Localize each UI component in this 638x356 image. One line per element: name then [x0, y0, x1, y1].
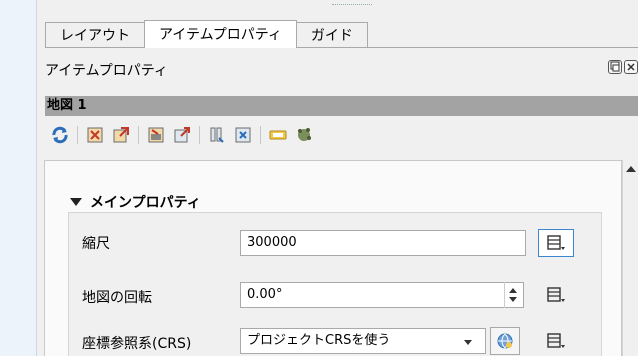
- float-icon[interactable]: [608, 60, 622, 74]
- set-extent-icon[interactable]: [84, 124, 106, 146]
- scale-label: 縮尺: [82, 236, 110, 252]
- map-toolbar: [49, 122, 315, 148]
- atlas-icon[interactable]: [232, 124, 254, 146]
- chevron-down-icon[interactable]: [464, 340, 472, 345]
- collapse-triangle-icon[interactable]: [70, 198, 82, 206]
- tab-underline: [45, 47, 638, 48]
- dock-title: アイテムプロパティ: [45, 63, 168, 79]
- data-defined-icon: [547, 287, 565, 302]
- toolbar-separator: [260, 126, 261, 144]
- section-title: メインプロパティ: [90, 195, 201, 211]
- view-extent-icon[interactable]: [110, 124, 132, 146]
- data-defined-icon: [547, 235, 565, 250]
- rotation-expression-button[interactable]: [538, 281, 574, 309]
- crs-select[interactable]: プロジェクトCRSを使う: [240, 328, 486, 354]
- toolbar-separator: [199, 126, 200, 144]
- toolbar-separator: [77, 126, 78, 144]
- scroll-up-icon[interactable]: [626, 166, 636, 172]
- dock-grip[interactable]: [332, 4, 372, 6]
- label-icon[interactable]: [267, 124, 289, 146]
- tab-guides[interactable]: ガイド: [295, 22, 368, 48]
- spin-down-icon[interactable]: [509, 297, 517, 302]
- refresh-icon[interactable]: [49, 124, 71, 146]
- vertical-scrollbar[interactable]: [622, 160, 638, 356]
- bookmark-icon[interactable]: [206, 124, 228, 146]
- cluster-icon[interactable]: [293, 124, 315, 146]
- tab-layout[interactable]: レイアウト: [45, 22, 145, 48]
- crs-label: 座標参照系(CRS): [82, 336, 192, 352]
- scale-input[interactable]: 300000: [240, 230, 526, 256]
- rotation-label: 地図の回転: [82, 290, 152, 306]
- section-main-properties[interactable]: メインプロパティ: [70, 192, 201, 212]
- tab-bar: レイアウト アイテムプロパティ ガイド: [45, 20, 368, 48]
- scale-icon[interactable]: [171, 124, 193, 146]
- rotation-spinner[interactable]: [504, 282, 520, 308]
- tab-item-properties[interactable]: アイテムプロパティ: [144, 20, 297, 48]
- item-name-header: 地図 1: [45, 96, 638, 116]
- scale-expression-button[interactable]: [538, 229, 574, 257]
- set-scale-icon[interactable]: [145, 124, 167, 146]
- crs-expression-button[interactable]: [538, 327, 574, 355]
- toolbar-separator: [138, 126, 139, 144]
- crs-picker-button[interactable]: [490, 327, 520, 355]
- spin-up-icon[interactable]: [509, 288, 517, 293]
- data-defined-icon: [547, 333, 565, 348]
- close-icon[interactable]: [624, 60, 638, 74]
- dock-buttons: [608, 60, 638, 74]
- globe-icon: [497, 333, 513, 349]
- rotation-input[interactable]: 0.00°: [240, 282, 524, 308]
